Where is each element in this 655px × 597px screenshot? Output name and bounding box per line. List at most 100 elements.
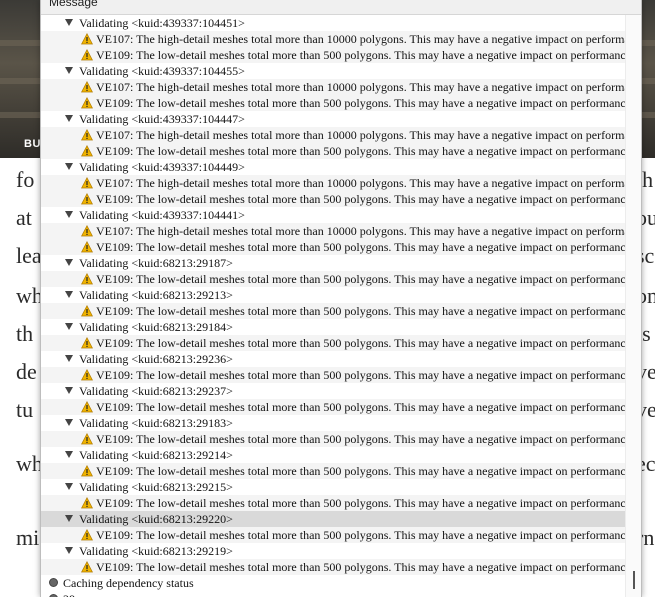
validation-group-label: Validating <kuid:439337:104441> [79, 208, 245, 222]
expand-triangle-icon[interactable] [65, 67, 73, 74]
warning-message-text: VE109: The low-detail meshes total more … [96, 272, 625, 286]
warning-message-row[interactable]: VE109: The low-detail meshes total more … [41, 335, 625, 351]
warning-message-text: VE107: The high-detail meshes total more… [96, 32, 625, 46]
warning-message-text: VE109: The low-detail meshes total more … [96, 432, 625, 446]
vertical-scrollbar[interactable] [625, 15, 641, 597]
warning-message-text: VE109: The low-detail meshes total more … [96, 304, 625, 318]
validation-group-row[interactable]: Validating <kuid:68213:29184> [41, 319, 625, 335]
warning-icon [81, 273, 93, 285]
warning-message-row[interactable]: VE109: The low-detail meshes total more … [41, 431, 625, 447]
warning-message-text: VE109: The low-detail meshes total more … [96, 400, 625, 414]
validation-group-row[interactable]: Validating <kuid:68213:29237> [41, 383, 625, 399]
warning-message-row[interactable]: VE107: The high-detail meshes total more… [41, 223, 625, 239]
expand-triangle-icon[interactable] [65, 451, 73, 458]
warning-message-row[interactable]: VE109: The low-detail meshes total more … [41, 47, 625, 63]
warning-message-text: VE109: The low-detail meshes total more … [96, 368, 625, 382]
warning-message-row[interactable]: VE107: The high-detail meshes total more… [41, 175, 625, 191]
warning-message-text: VE109: The low-detail meshes total more … [96, 464, 625, 478]
warning-icon [81, 497, 93, 509]
warning-icon [81, 305, 93, 317]
warning-message-row[interactable]: VE109: The low-detail meshes total more … [41, 463, 625, 479]
validation-group-label: Validating <kuid:68213:29237> [79, 384, 233, 398]
expand-triangle-icon[interactable] [65, 483, 73, 490]
validation-group-row[interactable]: Validating <kuid:439337:104449> [41, 159, 625, 175]
validation-group-label: Validating <kuid:68213:29184> [79, 320, 233, 334]
warning-message-text: VE109: The low-detail meshes total more … [96, 560, 625, 574]
expand-triangle-icon[interactable] [65, 387, 73, 394]
scrollbar-thumb[interactable] [633, 571, 635, 589]
warning-message-row[interactable]: VE107: The high-detail meshes total more… [41, 79, 625, 95]
warning-message-text: VE109: The low-detail meshes total more … [96, 528, 625, 542]
validation-group-row[interactable]: Validating <kuid:68213:29215> [41, 479, 625, 495]
status-row-label: Caching dependency status [63, 576, 194, 590]
validation-group-row[interactable]: Validating <kuid:439337:104441> [41, 207, 625, 223]
column-header[interactable]: Message [41, 0, 641, 15]
expand-triangle-icon[interactable] [65, 19, 73, 26]
validation-group-label: Validating <kuid:439337:104455> [79, 64, 245, 78]
message-dialog: Message Validating <kuid:439337:104451> V… [40, 0, 642, 597]
validation-group-label: Validating <kuid:68213:29214> [79, 448, 233, 462]
validation-group-row[interactable]: Validating <kuid:68213:29219> [41, 543, 625, 559]
validation-group-label: Validating <kuid:439337:104451> [79, 16, 245, 30]
status-row[interactable]: Caching dependency status [41, 575, 625, 591]
warning-message-text: VE107: The high-detail meshes total more… [96, 176, 625, 190]
warning-message-row[interactable]: VE109: The low-detail meshes total more … [41, 271, 625, 287]
validation-group-label: Validating <kuid:68213:29183> [79, 416, 233, 430]
warning-message-text: VE109: The low-detail meshes total more … [96, 336, 625, 350]
warning-message-row[interactable]: VE107: The high-detail meshes total more… [41, 127, 625, 143]
status-dot-icon [49, 578, 58, 587]
warning-message-row[interactable]: VE109: The low-detail meshes total more … [41, 239, 625, 255]
validation-group-label: Validating <kuid:68213:29219> [79, 544, 233, 558]
expand-triangle-icon[interactable] [65, 115, 73, 122]
expand-triangle-icon[interactable] [65, 291, 73, 298]
status-row-label: 28 [63, 591, 75, 597]
validation-group-label: Validating <kuid:68213:29236> [79, 352, 233, 366]
validation-group-row[interactable]: Validating <kuid:439337:104447> [41, 111, 625, 127]
warning-icon [81, 177, 93, 189]
warning-icon [81, 337, 93, 349]
expand-triangle-icon[interactable] [65, 515, 73, 522]
warning-icon [81, 369, 93, 381]
expand-triangle-icon[interactable] [65, 211, 73, 218]
validation-group-row[interactable]: Validating <kuid:439337:104455> [41, 63, 625, 79]
warning-message-text: VE107: The high-detail meshes total more… [96, 128, 625, 142]
warning-message-row[interactable]: VE109: The low-detail meshes total more … [41, 559, 625, 575]
warning-icon [81, 145, 93, 157]
warning-message-text: VE109: The low-detail meshes total more … [96, 144, 625, 158]
validation-group-row[interactable]: Validating <kuid:68213:29236> [41, 351, 625, 367]
warning-message-text: VE109: The low-detail meshes total more … [96, 48, 625, 62]
expand-triangle-icon[interactable] [65, 323, 73, 330]
warning-message-text: VE109: The low-detail meshes total more … [96, 496, 625, 510]
validation-group-row[interactable]: Validating <kuid:68213:29213> [41, 287, 625, 303]
validation-group-row[interactable]: Validating <kuid:68213:29183> [41, 415, 625, 431]
expand-triangle-icon[interactable] [65, 355, 73, 362]
warning-message-text: VE109: The low-detail meshes total more … [96, 96, 625, 110]
warning-icon [81, 401, 93, 413]
expand-triangle-icon[interactable] [65, 419, 73, 426]
validation-group-row[interactable]: Validating <kuid:439337:104451> [41, 15, 625, 31]
warning-message-row[interactable]: VE109: The low-detail meshes total more … [41, 95, 625, 111]
warning-message-row[interactable]: VE109: The low-detail meshes total more … [41, 191, 625, 207]
warning-message-row[interactable]: VE109: The low-detail meshes total more … [41, 367, 625, 383]
warning-icon [81, 225, 93, 237]
message-list[interactable]: Validating <kuid:439337:104451> VE107: Th… [41, 15, 625, 597]
expand-triangle-icon[interactable] [65, 163, 73, 170]
warning-message-row[interactable]: VE109: The low-detail meshes total more … [41, 143, 625, 159]
warning-icon [81, 529, 93, 541]
validation-group-row[interactable]: Validating <kuid:68213:29214> [41, 447, 625, 463]
expand-triangle-icon[interactable] [65, 259, 73, 266]
expand-triangle-icon[interactable] [65, 547, 73, 554]
validation-group-label: Validating <kuid:439337:104449> [79, 160, 245, 174]
warning-message-text: VE109: The low-detail meshes total more … [96, 240, 625, 254]
warning-icon [81, 561, 93, 573]
warning-icon [81, 241, 93, 253]
warning-message-row[interactable]: VE109: The low-detail meshes total more … [41, 303, 625, 319]
warning-message-row[interactable]: VE109: The low-detail meshes total more … [41, 495, 625, 511]
warning-icon [81, 81, 93, 93]
warning-message-row[interactable]: VE109: The low-detail meshes total more … [41, 527, 625, 543]
warning-message-row[interactable]: VE109: The low-detail meshes total more … [41, 399, 625, 415]
warning-message-row[interactable]: VE107: The high-detail meshes total more… [41, 31, 625, 47]
validation-group-row[interactable]: Validating <kuid:68213:29187> [41, 255, 625, 271]
status-row[interactable]: 28 [41, 591, 625, 597]
validation-group-row[interactable]: Validating <kuid:68213:29220> [41, 511, 625, 527]
